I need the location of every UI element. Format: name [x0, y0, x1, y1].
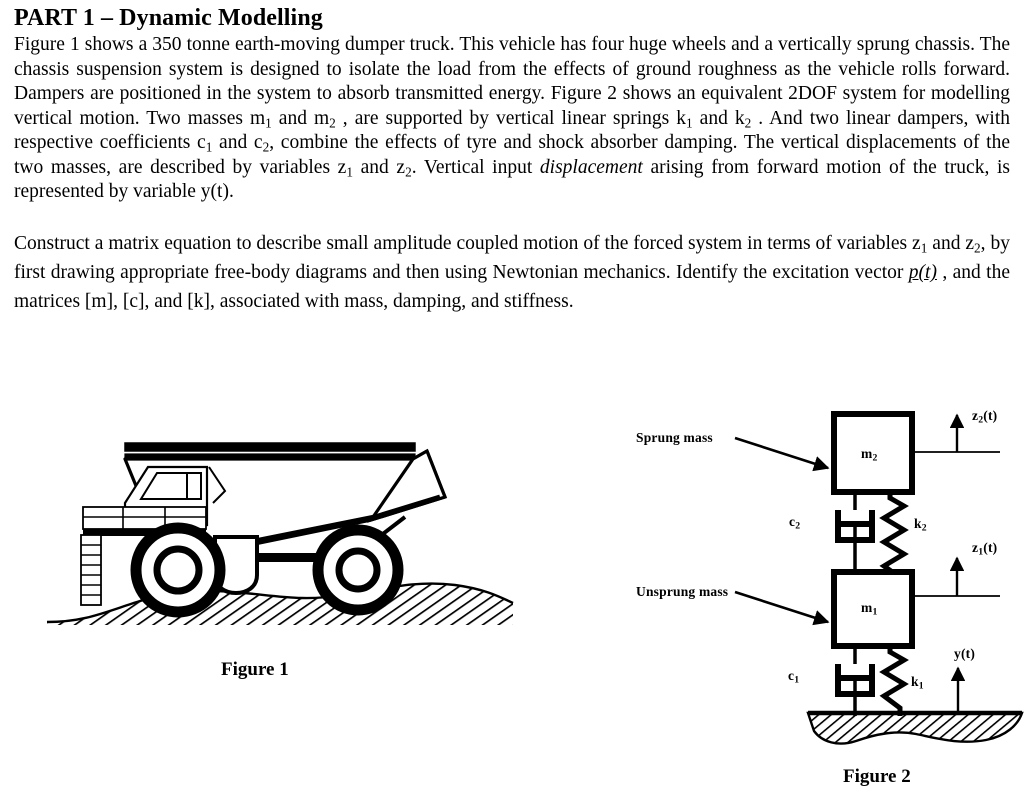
label-yt: y(t) [954, 646, 976, 661]
label-c1: c1 [788, 668, 800, 686]
label-m1: m1 [861, 600, 878, 618]
label-k1: k1 [911, 674, 924, 692]
label-c2: c2 [789, 514, 801, 532]
label-k2: k2 [914, 516, 927, 534]
displacement-arrow-z1 [912, 556, 1000, 597]
label-z1t: z1(t) [972, 540, 998, 558]
spring-k1 [879, 646, 909, 716]
page-title: PART 1 – Dynamic Modelling [14, 5, 323, 31]
label-sprung-mass: Sprung mass [636, 430, 713, 445]
truck-front-wheel [130, 522, 226, 618]
figure-2-caption: Figure 2 [843, 766, 911, 787]
paragraph-task: Construct a matrix equation to describe … [14, 233, 1010, 313]
label-z2t: z2(t) [972, 408, 998, 426]
callout-arrow-sprung-mass [734, 436, 830, 472]
truck-rear-wheel [312, 524, 404, 616]
truck-canopy [124, 442, 416, 460]
damper-c1 [835, 664, 875, 716]
text-block: PART 1 – Dynamic Modelling Figure 1 show… [14, 5, 1011, 317]
truck-ladder [80, 534, 102, 606]
label-unsprung-mass: Unsprung mass [636, 584, 729, 599]
figure-2-2dof-model: Sprung mass Unsprung mass m2 m1 c2 c1 k2… [620, 400, 1024, 760]
figure-1-truck-illustration [45, 425, 515, 650]
paragraph-intro: Figure 1 shows a 350 tonne earth-moving … [14, 33, 1011, 203]
damper-c2 [835, 510, 875, 578]
callout-arrow-unsprung-mass [734, 590, 830, 626]
label-m2: m2 [861, 446, 878, 464]
figure-1-caption: Figure 1 [221, 659, 289, 680]
document-page: PART 1 – Dynamic Modelling Figure 1 show… [0, 0, 1024, 794]
ground-base [806, 710, 1024, 745]
ground-terrain [46, 582, 514, 625]
spring-k2 [879, 492, 909, 580]
